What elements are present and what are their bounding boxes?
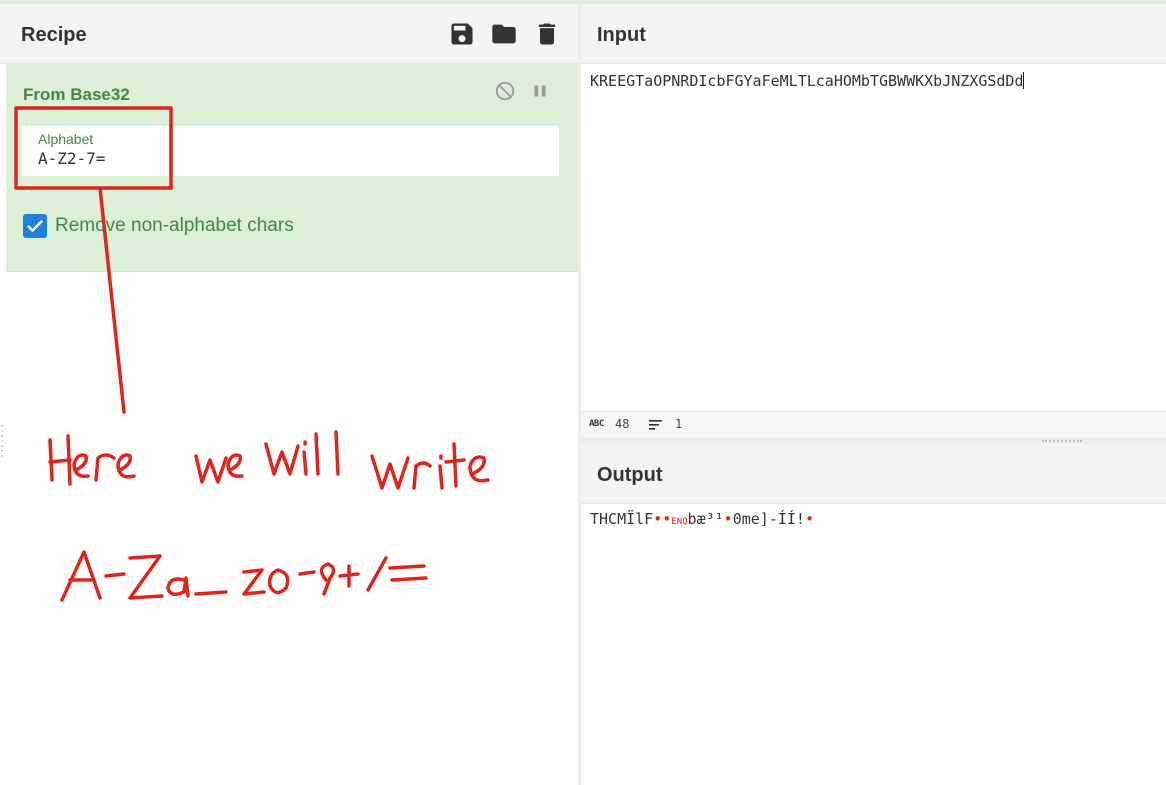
input-text: KREEGTaOPNRDIcbFGYaFeMLTLcaHOMbTGBWWKXbJ… (590, 72, 1024, 90)
recipe-title: Recipe (21, 24, 87, 46)
checkmark-icon (27, 220, 43, 232)
remove-non-alphabet-label[interactable]: Remove non-alphabet chars (55, 215, 294, 237)
input-pane: Input KREEGTaOPNRDIcbFGYaFeMLTLcaHOMbTGB… (581, 4, 1166, 437)
trash-icon[interactable] (533, 20, 561, 48)
remove-non-alphabet-checkbox[interactable] (23, 214, 47, 238)
length-icon: ABC (589, 419, 604, 429)
disable-icon[interactable] (494, 80, 516, 102)
alphabet-field[interactable]: Alphabet A-Z2-7= (22, 126, 559, 176)
output-control-dot-end: • (804, 510, 814, 528)
output-text[interactable]: THCMÏlF••ENQbæ³¹•0me]-ÍÍ!• (590, 510, 814, 528)
output-seg-d: bæ³¹ (687, 510, 724, 528)
input-length: 48 (615, 417, 630, 431)
folder-icon[interactable] (490, 20, 518, 48)
output-control-dot: • (723, 510, 733, 528)
io-divider[interactable] (581, 437, 1166, 444)
input-status-bar: ABC 48 1 (581, 411, 1166, 437)
output-seg-f: 0me]-ÍÍ! (732, 510, 805, 528)
text-caret (1023, 72, 1025, 89)
input-title: Input (597, 24, 646, 46)
operation-title: From Base32 (23, 85, 130, 104)
left-edge-grip[interactable] (0, 422, 4, 462)
lines-icon (649, 420, 662, 430)
pause-icon[interactable] (529, 80, 551, 102)
output-seg-a: THCMÏlF (590, 510, 654, 528)
output-title: Output (597, 464, 663, 486)
input-header: Input (581, 4, 1166, 64)
recipe-pane: Recipe From Base32 Alphabet A-Z2-7= Remo… (0, 4, 578, 785)
output-pane: Output THCMÏlF••ENQbæ³¹•0me]-ÍÍ!• (581, 444, 1166, 785)
save-icon[interactable] (448, 20, 476, 48)
alphabet-input[interactable]: A-Z2-7= (38, 149, 538, 168)
input-line-count: 1 (675, 417, 683, 431)
input-text-area[interactable]: KREEGTaOPNRDIcbFGYaFeMLTLcaHOMbTGBWWKXbJ… (590, 72, 1025, 90)
alphabet-label: Alphabet (38, 131, 94, 147)
io-divider-grip[interactable] (1042, 440, 1082, 442)
output-enq-char: ENQ (671, 517, 688, 527)
recipe-header: Recipe (0, 4, 578, 64)
output-header: Output (581, 444, 1166, 504)
output-control-dots: •• (653, 510, 672, 528)
operation-card[interactable]: From Base32 Alphabet A-Z2-7= Remove non-… (6, 64, 578, 272)
